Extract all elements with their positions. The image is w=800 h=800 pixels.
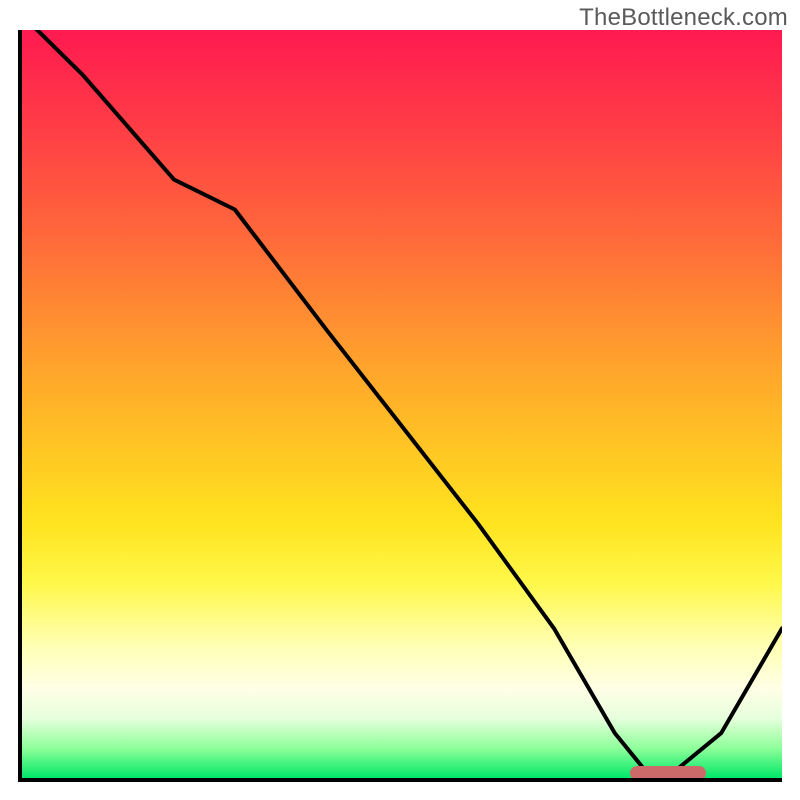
watermark-text: TheBottleneck.com	[579, 4, 788, 32]
bottleneck-curve	[22, 30, 782, 771]
curve-svg	[22, 30, 782, 778]
optimal-range-marker	[630, 766, 706, 780]
chart-container: TheBottleneck.com	[0, 0, 800, 800]
plot-area	[18, 30, 782, 782]
